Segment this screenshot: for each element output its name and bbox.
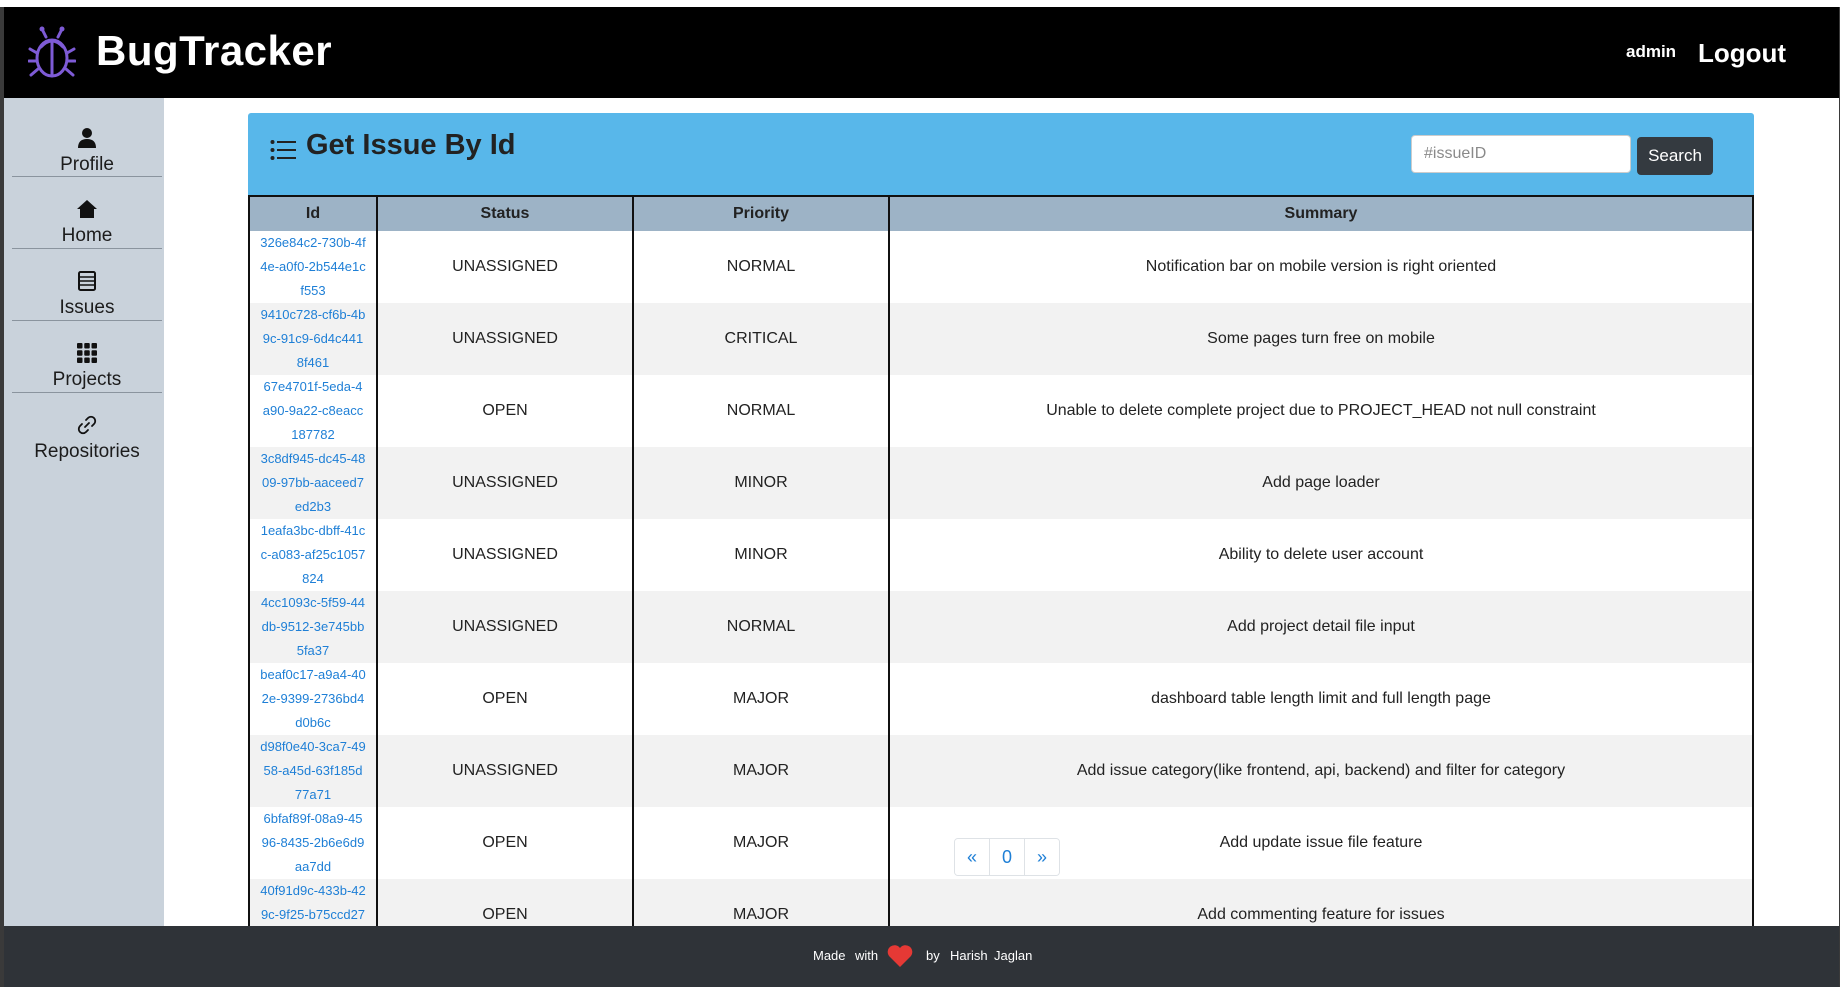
issue-status: OPEN (376, 663, 634, 735)
window-top-strip (0, 0, 1840, 7)
pagination-current-page[interactable]: 0 (990, 839, 1025, 875)
table-row: 1eafa3bc-dbff-41cc-a083-af25c1057824 UNA… (248, 519, 1754, 591)
issue-id-link[interactable]: 3c8df945-dc45-4809-97bb-aaceed7ed2b3 (248, 447, 378, 519)
sidebar-item-profile[interactable]: Profile (12, 111, 162, 182)
issue-status: UNASSIGNED (376, 591, 634, 663)
sidebar-item-label: Repositories (34, 441, 140, 462)
footer-author-last: Jaglan (994, 948, 1033, 963)
sidebar-item-label: Home (61, 225, 113, 246)
issue-id-link[interactable]: 67e4701f-5eda-4a90-9a22-c8eacc187782 (248, 375, 378, 447)
issue-id-link[interactable]: 6bfaf89f-08a9-4596-8435-2b6e6d9aa7dd (248, 807, 378, 879)
issue-status: UNASSIGNED (376, 447, 634, 519)
sidebar-divider (12, 176, 162, 177)
footer: Made with by Harish Jaglan (4, 926, 1839, 987)
issue-id-link[interactable]: beaf0c17-a9a4-402e-9399-2736bd4d0b6c (248, 663, 378, 735)
issue-summary: Add project detail file input (888, 591, 1754, 663)
column-header-summary: Summary (888, 196, 1754, 231)
issue-priority: MINOR (632, 447, 890, 519)
table-row: beaf0c17-a9a4-402e-9399-2736bd4d0b6c OPE… (248, 663, 1754, 735)
main-content: Get Issue By Id Search Id Status Priorit… (164, 98, 1839, 953)
issue-status: UNASSIGNED (376, 231, 634, 303)
column-header-id: Id (248, 196, 378, 231)
issue-id-link[interactable]: 1eafa3bc-dbff-41cc-a083-af25c1057824 (248, 519, 378, 591)
sidebar-item-projects[interactable]: Projects (12, 326, 162, 397)
logout-link[interactable]: Logout (1698, 38, 1786, 69)
issue-summary: Add page loader (888, 447, 1754, 519)
issue-priority: NORMAL (632, 231, 890, 303)
issue-summary: Unable to delete complete project due to… (888, 375, 1754, 447)
sidebar-divider (12, 320, 162, 321)
brand-title[interactable]: BugTracker (96, 27, 332, 75)
sidebar: Profile Home Issues Projects Repositorie… (4, 98, 164, 926)
table-row: 326e84c2-730b-4f4e-a0f0-2b544e1cf553 UNA… (248, 231, 1754, 303)
sidebar-item-label: Projects (52, 369, 122, 390)
user-icon (76, 127, 98, 149)
grid-icon (76, 342, 98, 364)
issue-summary: Add issue category(like frontend, api, b… (888, 735, 1754, 807)
pagination: « 0 » (954, 838, 1060, 876)
top-navbar: BugTracker admin Logout (4, 7, 1839, 98)
issue-priority: NORMAL (632, 591, 890, 663)
table-row: 67e4701f-5eda-4a90-9a22-c8eacc187782 OPE… (248, 375, 1754, 447)
issue-status: UNASSIGNED (376, 519, 634, 591)
bug-logo-icon (27, 25, 77, 81)
column-header-status: Status (376, 196, 634, 231)
issue-status: OPEN (376, 375, 634, 447)
table-row: 3c8df945-dc45-4809-97bb-aaceed7ed2b3 UNA… (248, 447, 1754, 519)
pagination-next-button[interactable]: » (1025, 839, 1059, 875)
issue-id-link[interactable]: 4cc1093c-5f59-44db-9512-3e745bb5fa37 (248, 591, 378, 663)
issue-id-link[interactable]: 9410c728-cf6b-4b9c-91c9-6d4c4418f461 (248, 303, 378, 375)
sidebar-divider (12, 248, 162, 249)
sidebar-item-label: Profile (60, 154, 114, 175)
footer-text-with: with (855, 948, 879, 963)
panel-header: Get Issue By Id Search (248, 113, 1754, 195)
sidebar-item-home[interactable]: Home (12, 182, 162, 253)
app-root: BugTracker admin Logout Profile Home Iss… (4, 7, 1839, 987)
issue-summary: Some pages turn free on mobile (888, 303, 1754, 375)
home-icon (76, 198, 98, 220)
issue-priority: MAJOR (632, 735, 890, 807)
sidebar-item-repositories[interactable]: Repositories (12, 398, 162, 469)
issue-priority: MAJOR (632, 663, 890, 735)
sidebar-item-label: Issues (59, 297, 115, 318)
issue-status: UNASSIGNED (376, 303, 634, 375)
issue-priority: CRITICAL (632, 303, 890, 375)
footer-text-made: Made (813, 948, 846, 963)
pagination-prev-button[interactable]: « (955, 839, 990, 875)
issue-priority: NORMAL (632, 375, 890, 447)
issue-summary: Notification bar on mobile version is ri… (888, 231, 1754, 303)
list-table-icon (76, 270, 98, 292)
page-title: Get Issue By Id (306, 129, 516, 161)
issue-priority: MINOR (632, 519, 890, 591)
issue-status: UNASSIGNED (376, 735, 634, 807)
sidebar-item-issues[interactable]: Issues (12, 254, 162, 325)
issue-summary: Ability to delete user account (888, 519, 1754, 591)
issue-priority: MAJOR (632, 807, 890, 879)
heart-icon (886, 944, 914, 968)
footer-text-by: by (926, 948, 940, 963)
table-row: 4cc1093c-5f59-44db-9512-3e745bb5fa37 UNA… (248, 591, 1754, 663)
table-row: 9410c728-cf6b-4b9c-91c9-6d4c4418f461 UNA… (248, 303, 1754, 375)
column-header-priority: Priority (632, 196, 890, 231)
issue-summary: dashboard table length limit and full le… (888, 663, 1754, 735)
table-header-row: Id Status Priority Summary (248, 196, 1754, 231)
issue-status: OPEN (376, 807, 634, 879)
sidebar-divider (12, 392, 162, 393)
list-icon (270, 139, 296, 161)
issue-id-search-input[interactable] (1411, 135, 1631, 173)
link-icon (76, 414, 98, 436)
issue-id-link[interactable]: 326e84c2-730b-4f4e-a0f0-2b544e1cf553 (248, 231, 378, 303)
table-row: d98f0e40-3ca7-4958-a45d-63f185d77a71 UNA… (248, 735, 1754, 807)
search-button[interactable]: Search (1637, 137, 1713, 175)
current-user: admin (1626, 42, 1677, 61)
issue-id-link[interactable]: d98f0e40-3ca7-4958-a45d-63f185d77a71 (248, 735, 378, 807)
footer-author-first: Harish (950, 948, 988, 963)
